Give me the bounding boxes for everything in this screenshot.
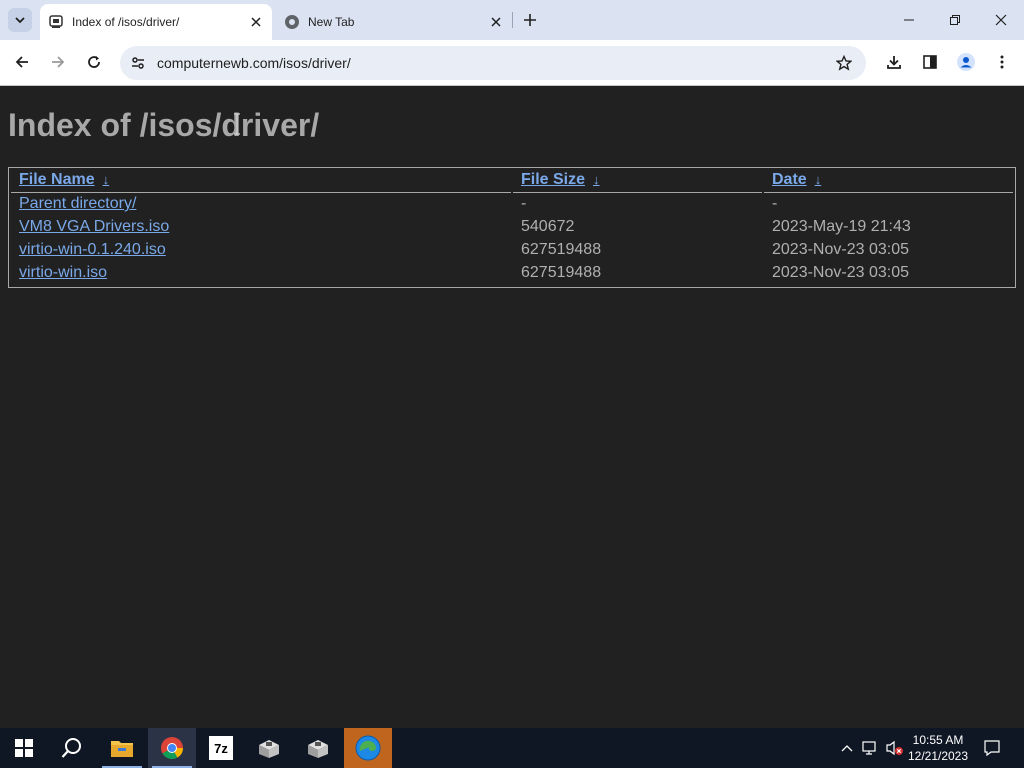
site-favicon-icon: [48, 14, 64, 30]
setup-app-button[interactable]: [245, 728, 293, 768]
sort-arrow-icon[interactable]: ↓: [593, 172, 600, 187]
7zip-button[interactable]: 7z: [197, 728, 245, 768]
tab-index-isos-driver[interactable]: Index of /isos/driver/: [40, 4, 272, 40]
taskbar-clock[interactable]: 10:55 AM 12/21/2023: [906, 732, 970, 764]
profile-avatar-icon: [957, 53, 975, 71]
file-date: -: [772, 195, 778, 212]
plus-icon: [524, 14, 536, 26]
start-button[interactable]: [0, 728, 48, 768]
column-header-file-size[interactable]: File Size ↓: [521, 171, 600, 189]
column-header-date[interactable]: Date ↓: [772, 171, 821, 189]
back-button[interactable]: [8, 48, 36, 76]
arrow-left-icon: [15, 56, 28, 68]
notification-icon: [984, 740, 1000, 757]
minimize-button[interactable]: [886, 0, 932, 40]
volume-button[interactable]: [884, 728, 906, 768]
table-row: Parent directory/ - -: [9, 192, 1015, 215]
file-size: 627519488: [521, 241, 602, 258]
tab-title: New Tab: [308, 15, 355, 29]
reload-icon: [88, 56, 100, 68]
table-row: virtio-win.iso 627519488 2023-Nov-23 03:…: [9, 261, 1015, 284]
close-window-button[interactable]: [978, 0, 1024, 40]
side-panel-button[interactable]: [916, 48, 944, 76]
side-panel-icon: [923, 55, 937, 69]
minimize-icon: [904, 19, 914, 21]
download-icon: [887, 56, 901, 69]
downloads-button[interactable]: [880, 48, 908, 76]
reload-button[interactable]: [80, 48, 108, 76]
windows-logo-icon: [15, 739, 33, 757]
search-icon: [61, 738, 81, 758]
file-listing-table: File Name ↓ File Size ↓ Date ↓ Parent direc…: [8, 167, 1016, 288]
address-bar[interactable]: computernewb.com/isos/driver/: [120, 46, 866, 80]
sort-arrow-icon[interactable]: ↓: [815, 172, 822, 187]
table-row: VM8 VGA Drivers.iso 540672 2023-May-19 2…: [9, 215, 1015, 238]
edge-icon: [355, 735, 381, 761]
restore-button[interactable]: [932, 0, 978, 40]
page-content: Index of /isos/driver/ File Name ↓ File S…: [0, 87, 1024, 728]
notifications-button[interactable]: [976, 728, 1008, 768]
arrow-right-icon: [52, 56, 65, 68]
profile-button[interactable]: [952, 48, 980, 76]
table-header-row: File Name ↓ File Size ↓ Date ↓: [9, 168, 1015, 191]
taskbar: 7z 10:55 AM 12/21/2023: [0, 728, 1024, 768]
file-link[interactable]: virtio-win.iso: [19, 264, 107, 281]
network-button[interactable]: [860, 728, 882, 768]
text-cursor-icon: [234, 113, 240, 135]
forward-button[interactable]: [44, 48, 72, 76]
tab-search-button[interactable]: [8, 8, 32, 32]
installer-box-icon: [308, 740, 328, 758]
site-settings-icon[interactable]: [126, 51, 150, 75]
chevron-down-icon: [15, 17, 25, 24]
folder-icon: [111, 741, 133, 757]
tab-strip: Index of /isos/driver/ New Tab: [0, 0, 1024, 40]
page-title: Index of /isos/driver/: [8, 107, 320, 143]
edge-button[interactable]: [344, 728, 392, 768]
bookmark-star-icon[interactable]: [832, 51, 856, 75]
parent-directory-link[interactable]: Parent directory/: [19, 195, 136, 212]
file-date: 2023-Nov-23 03:05: [772, 264, 909, 281]
tab-close-icon[interactable]: [246, 12, 266, 32]
show-hidden-icons-button[interactable]: [838, 728, 856, 768]
file-link[interactable]: virtio-win-0.1.240.iso: [19, 241, 166, 258]
tab-title: Index of /isos/driver/: [72, 15, 180, 29]
file-explorer-button[interactable]: [98, 728, 146, 768]
chrome-icon: [161, 737, 183, 759]
file-date: 2023-May-19 21:43: [772, 218, 911, 235]
tab-new-tab[interactable]: New Tab: [276, 4, 512, 40]
7zip-icon: 7z: [209, 736, 233, 760]
network-icon: [862, 741, 876, 755]
search-button[interactable]: [48, 728, 96, 768]
setup-app-button-2[interactable]: [294, 728, 342, 768]
file-size: -: [521, 195, 527, 212]
volume-muted-icon: [886, 740, 903, 756]
file-date: 2023-Nov-23 03:05: [772, 241, 909, 258]
tab-close-icon[interactable]: [486, 12, 506, 32]
chrome-menu-button[interactable]: [988, 48, 1016, 76]
installer-box-icon: [259, 740, 279, 758]
new-tab-button[interactable]: [518, 8, 542, 32]
browser-toolbar: computernewb.com/isos/driver/: [0, 40, 1024, 86]
chrome-icon: [284, 14, 300, 30]
chevron-up-icon: [841, 745, 853, 752]
column-header-file-name[interactable]: File Name ↓: [19, 171, 109, 189]
chrome-taskbar-button[interactable]: [148, 728, 196, 768]
sort-arrow-icon[interactable]: ↓: [103, 172, 110, 187]
file-size: 627519488: [521, 264, 602, 281]
clock-date: 12/21/2023: [907, 749, 969, 763]
url-text: computernewb.com/isos/driver/: [157, 55, 351, 71]
tab-separator: [512, 12, 513, 28]
kebab-menu-icon: [1000, 55, 1004, 69]
close-icon: [995, 14, 1007, 26]
file-link[interactable]: VM8 VGA Drivers.iso: [19, 218, 169, 235]
clock-time: 10:55 AM: [912, 733, 964, 747]
table-row: virtio-win-0.1.240.iso 627519488 2023-No…: [9, 238, 1015, 261]
file-size: 540672: [521, 218, 575, 235]
restore-icon: [950, 15, 960, 25]
